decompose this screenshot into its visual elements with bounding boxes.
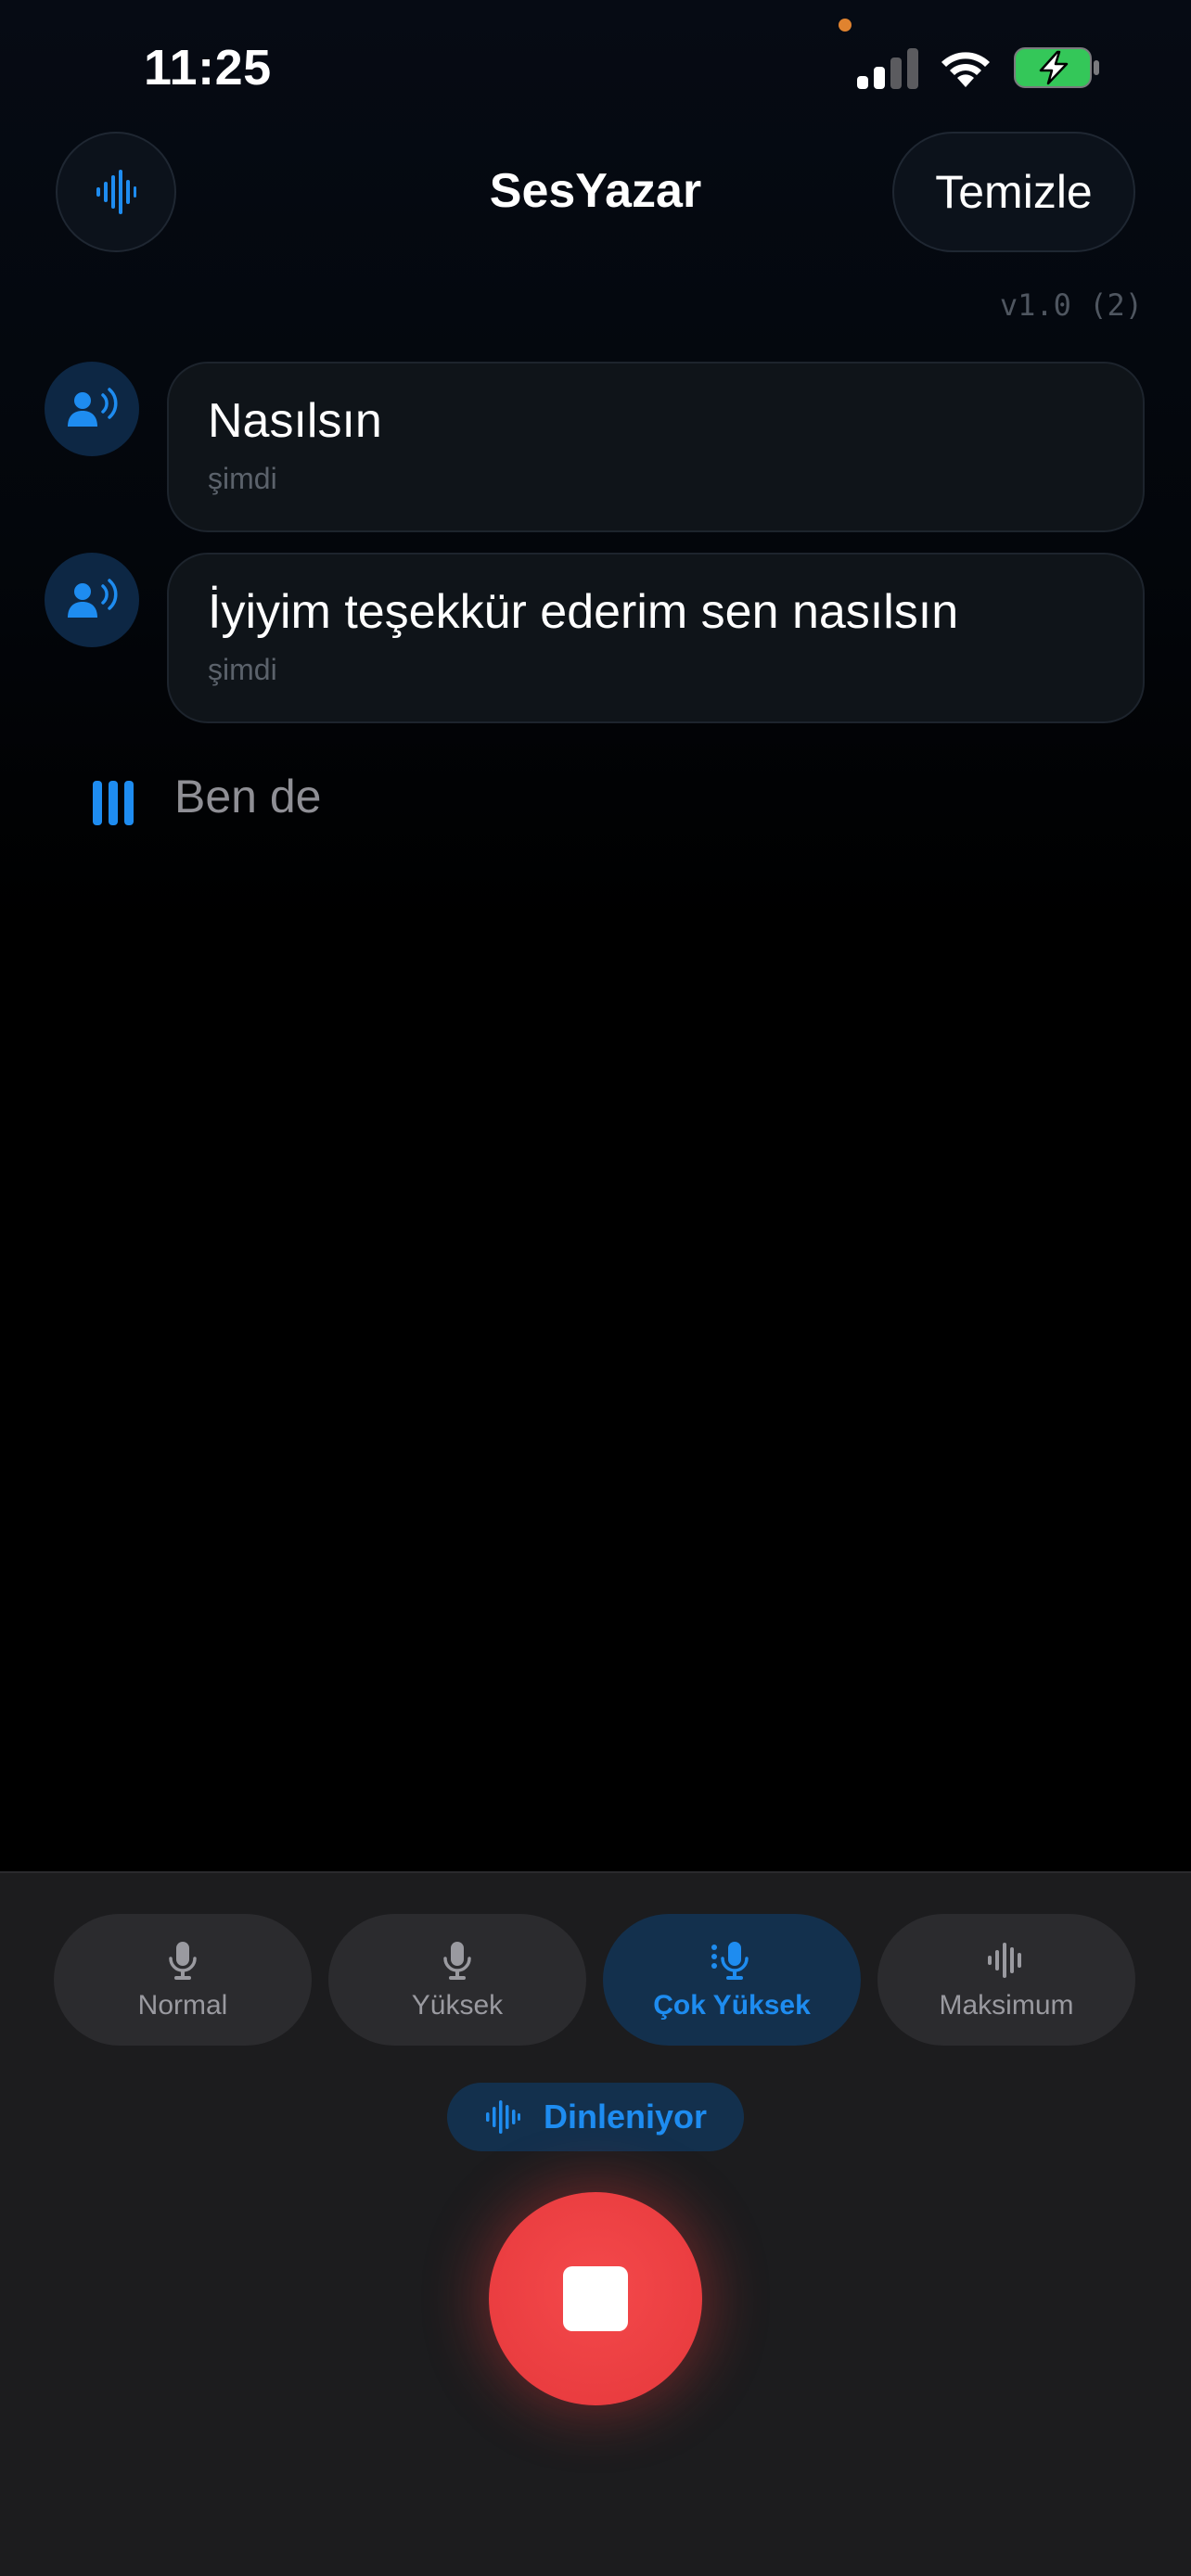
- app-screen: 11:25 SesYazar Temizle v1.0 (2) Nasılsın…: [0, 0, 1191, 2576]
- listening-status-badge: Dinleniyor: [447, 2083, 744, 2151]
- microphone-icon: [443, 1942, 471, 1980]
- status-bar: 11:25: [0, 0, 1191, 139]
- message-text: Nasılsın: [208, 394, 382, 448]
- microphone-icon: [169, 1942, 197, 1980]
- speaking-person-icon: [68, 579, 118, 618]
- speaking-person-icon: [68, 388, 118, 427]
- battery-charging-icon: [1014, 47, 1099, 88]
- message-bubble[interactable]: İyiyim teşekkür ederim sen nasılsın şimd…: [167, 553, 1145, 723]
- mode-label: Yüksek: [411, 1990, 504, 2021]
- message-bubble[interactable]: Nasılsın şimdi: [167, 362, 1145, 532]
- microphone-boost-icon: [711, 1942, 749, 1980]
- mode-label: Çok Yüksek: [653, 1990, 811, 2021]
- stop-recording-button[interactable]: [489, 2192, 702, 2405]
- mode-high-button[interactable]: Yüksek: [328, 1914, 586, 2046]
- mode-label: Maksimum: [939, 1990, 1074, 2021]
- version-label: v1.0 (2): [999, 287, 1143, 323]
- speaker-avatar: [45, 553, 139, 647]
- waveform-icon: [485, 2100, 520, 2134]
- listening-status-text: Dinleniyor: [543, 2098, 708, 2136]
- mode-maximum-button[interactable]: Maksimum: [877, 1914, 1135, 2046]
- status-time: 11:25: [144, 40, 272, 96]
- message-time: şimdi: [208, 462, 277, 495]
- sensitivity-modes: Normal Yüksek Çok Yüksek Maksimum: [54, 1914, 1137, 2047]
- message-text: İyiyim teşekkür ederim sen nasılsın: [208, 585, 959, 639]
- camera-indicator-icon: [839, 19, 852, 32]
- mode-normal-button[interactable]: Normal: [54, 1914, 312, 2046]
- waveform-icon: [988, 1943, 1021, 1978]
- cellular-signal-icon: [857, 48, 918, 89]
- clear-button[interactable]: Temizle: [892, 132, 1135, 252]
- mode-very-high-button[interactable]: Çok Yüksek: [603, 1914, 861, 2046]
- stop-icon: [563, 2266, 628, 2331]
- live-transcript-text: Ben de: [174, 771, 322, 823]
- audio-level-icon: [93, 777, 135, 825]
- speaker-avatar: [45, 362, 139, 456]
- mode-label: Normal: [137, 1990, 228, 2021]
- wifi-icon: [941, 52, 990, 87]
- message-time: şimdi: [208, 653, 277, 686]
- control-panel: Normal Yüksek Çok Yüksek Maksimum Dinlen…: [0, 1871, 1191, 2576]
